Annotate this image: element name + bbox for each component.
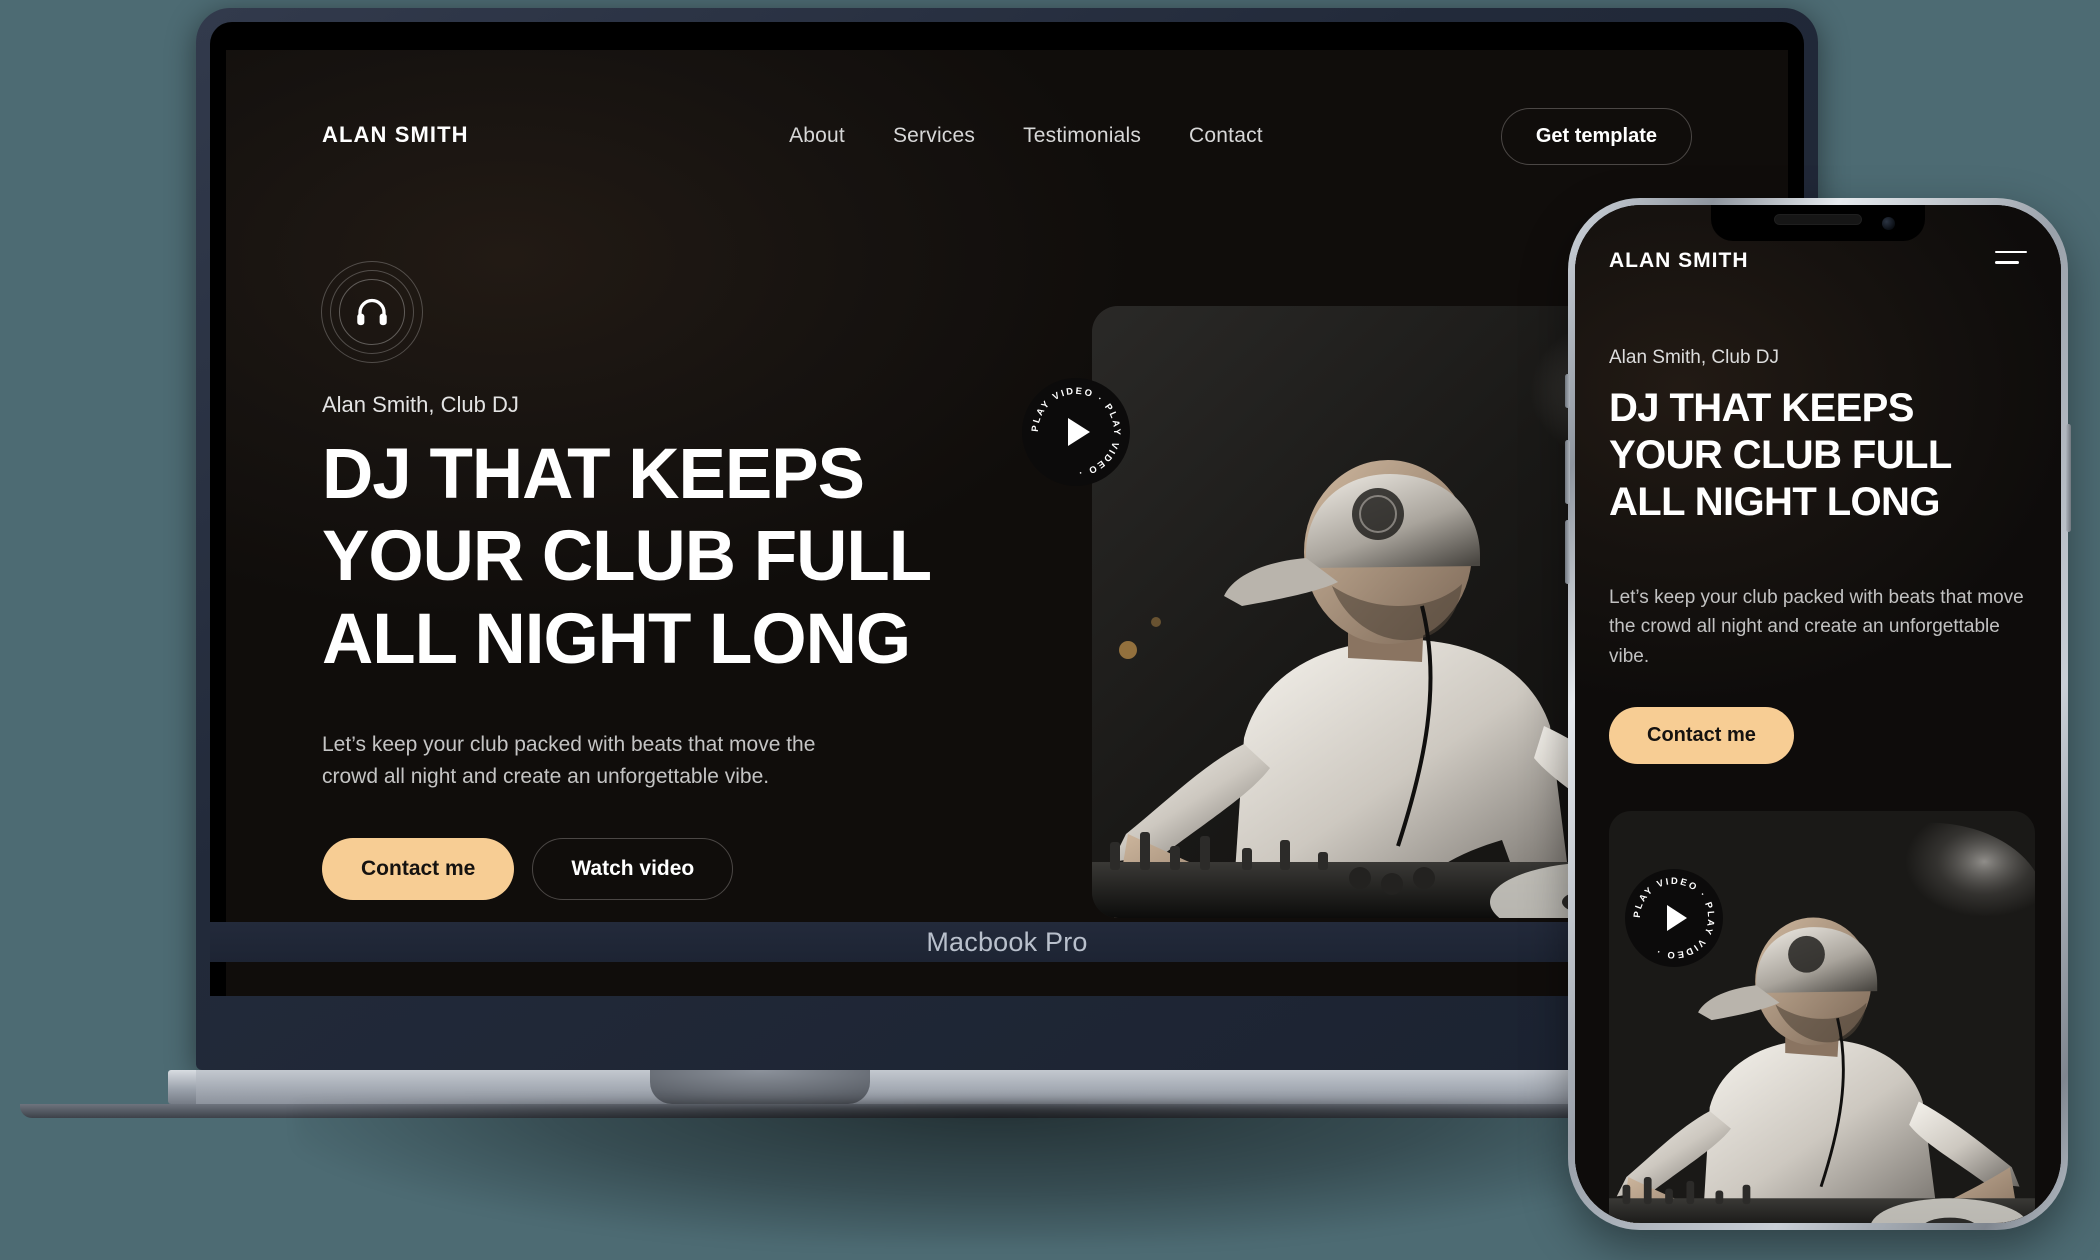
laptop-base-notch [650,1070,870,1104]
play-video-circular-text: PLAY VIDEO · PLAY VIDEO · [1029,385,1123,479]
watch-video-button[interactable]: Watch video [532,838,734,901]
headphones-icon [357,298,387,326]
nav-link-services[interactable]: Services [893,124,975,148]
headline-line-3: ALL NIGHT LONG [322,599,911,679]
phone-hero-photo: PLAY VIDEO · PLAY VIDEO · [1609,811,2035,1223]
phone-earpiece-speaker [1774,214,1862,225]
laptop-model-bar: Macbook Pro [210,922,1804,962]
phone-screen: ALAN SMITH Alan Smith, Club DJ DJ THAT K… [1575,205,2061,1223]
phone-headline-line-2: YOUR CLUB FULL [1609,433,1952,478]
nav-link-testimonials[interactable]: Testimonials [1023,124,1141,148]
hero-subcopy: Let’s keep your club packed with beats t… [322,732,816,788]
phone-headline-line-3: ALL NIGHT LONG [1609,480,1940,525]
nav-link-about[interactable]: About [789,124,845,148]
site-brand: ALAN SMITH [322,122,469,147]
contact-me-button[interactable]: Contact me [322,838,515,901]
phone-contact-me-button[interactable]: Contact me [1609,707,1794,764]
play-badge-label: PLAY VIDEO · PLAY VIDEO · [1029,385,1123,479]
phone-notch [1711,205,1925,241]
laptop-model-label: Macbook Pro [926,926,1088,957]
get-template-button[interactable]: Get template [1500,108,1692,165]
phone-play-video-circular-text: PLAY VIDEO · PLAY VIDEO · [1631,875,1717,961]
phone-front-camera [1882,217,1895,230]
phone-hero-eyebrow: Alan Smith, Club DJ [1609,347,1780,368]
hero-headline: DJ THAT KEEPS YOUR CLUB FULL ALL NIGHT L… [322,434,1022,681]
headphones-logo [321,261,423,363]
laptop-drop-shadow [296,1104,1696,1244]
phone-hero-subcopy: Let’s keep your club packed with beats t… [1609,587,2024,667]
phone-headline-line-1: DJ THAT KEEPS [1609,386,1914,430]
laptop-viewport: ALAN SMITH About Services Testimonials C… [226,50,1788,996]
phone-mockup: ALAN SMITH Alan Smith, Club DJ DJ THAT K… [1565,198,2071,1230]
phone-power-button[interactable] [2066,424,2071,532]
headline-line-2: YOUR CLUB FULL [322,517,932,597]
hamburger-line-2 [1995,261,2019,264]
phone-hero-headline: DJ THAT KEEPS YOUR CLUB FULL ALL NIGHT L… [1609,385,2033,527]
phone-navbar: ALAN SMITH [1609,249,2027,273]
hero-eyebrow: Alan Smith, Club DJ [322,392,519,417]
phone-brand: ALAN SMITH [1609,249,1749,272]
phone-volume-up-button[interactable] [1565,440,1570,504]
phone-volume-down-button[interactable] [1565,520,1570,584]
mockup-stage: ALAN SMITH About Services Testimonials C… [0,0,2100,1260]
phone-mute-switch[interactable] [1565,374,1570,408]
hero-button-row: Contact me Watch video [322,838,1022,901]
hamburger-line-1 [1995,250,2027,253]
phone-play-badge-label: PLAY VIDEO · PLAY VIDEO · [1631,875,1717,961]
headline-line-1: DJ THAT KEEPS [322,435,865,514]
nav-link-contact[interactable]: Contact [1189,124,1263,148]
phone-play-video-badge[interactable]: PLAY VIDEO · PLAY VIDEO · [1625,869,1723,967]
hamburger-menu-icon[interactable] [1995,250,2027,272]
laptop-bezel: ALAN SMITH About Services Testimonials C… [210,22,1804,996]
nav-links: About Services Testimonials Contact [789,124,1263,148]
laptop-base-slab [196,1070,1622,1104]
phone-site-content: ALAN SMITH Alan Smith, Club DJ DJ THAT K… [1575,205,2061,1223]
hero-text-column: Alan Smith, Club DJ DJ THAT KEEPS YOUR C… [321,261,1022,901]
play-video-badge[interactable]: PLAY VIDEO · PLAY VIDEO · [1022,378,1130,486]
